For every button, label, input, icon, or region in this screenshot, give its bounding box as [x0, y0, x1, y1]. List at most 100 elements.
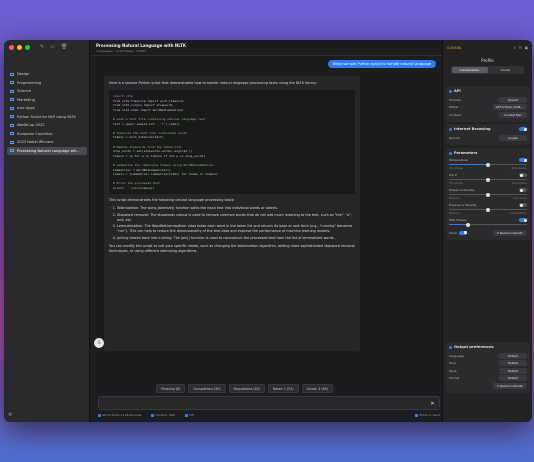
frequency-toggle[interactable]	[519, 203, 527, 207]
presence-slider[interactable]	[449, 192, 527, 197]
sidebar-item[interactable]: WorldCup 2022	[7, 121, 87, 130]
api-dot-icon	[449, 89, 452, 93]
sidebar-item-label: Processing Natural Language wit...	[17, 148, 80, 153]
settings-icon[interactable]: ⚙	[8, 412, 12, 418]
sidebar-item-label: WorldCup 2022	[17, 123, 45, 128]
sidebar-toolbar: ✎ ▭ 🗑	[40, 44, 67, 50]
max-tokens-row: Max Tokens	[449, 218, 527, 222]
service-row: Service Google	[449, 134, 527, 142]
tab-global[interactable]: Global	[488, 67, 524, 73]
explanation-list: Tokenization: The word_tokenize() functi…	[117, 206, 355, 241]
enter-to-send-toggle[interactable]: Enter to Send	[415, 413, 440, 417]
export-icon[interactable]: ⎘	[519, 46, 522, 50]
sliders-icon	[449, 151, 452, 155]
zoom-window-button[interactable]	[25, 45, 30, 50]
sidebar-item[interactable]: Design	[7, 70, 87, 79]
browsing-toggle[interactable]	[519, 127, 527, 131]
prompt-chip[interactable]: Occupations (90)	[188, 384, 226, 393]
explanation-point: Lemmatization: The WordNetLemmatizer cla…	[117, 224, 355, 234]
sidebar-item[interactable]: mac Apps	[7, 104, 87, 113]
output-restore-defaults-button[interactable]: ↺ Restore Defaults	[492, 382, 527, 389]
max-tokens-toggle[interactable]	[519, 218, 527, 222]
temperature-label: Temperature	[449, 158, 469, 162]
new-folder-icon[interactable]: ▭	[50, 44, 55, 50]
app-window: ✎ ▭ 🗑 Design Programming Science Marketing m…	[4, 40, 532, 422]
chat-area: Processing Natural Language with NLTK 2 …	[90, 40, 442, 422]
prompt-chip[interactable]: Zones: 4 (69)	[301, 384, 333, 393]
context-select[interactable]: Context Max	[499, 111, 527, 118]
format-select[interactable]: Default	[499, 375, 527, 382]
prompt-chip[interactable]: Reset: 1 (51)	[267, 384, 299, 393]
frequency-row: Frequency Penalty	[449, 203, 527, 207]
presence-min-label: Balanced	[449, 197, 460, 200]
status-off[interactable]: Off	[185, 413, 194, 417]
sidebar-item[interactable]: Processing Natural Language wit...	[7, 146, 87, 155]
temperature-row: Temperature	[449, 158, 527, 162]
provider-label: Provider	[449, 97, 462, 102]
topp-range: More Precise More Creative	[449, 182, 527, 185]
model-select[interactable]: GPT-4-Turbo-1106-...	[492, 104, 527, 111]
chat-title: Processing Natural Language with NLTK	[96, 43, 186, 48]
chat-header: Processing Natural Language with NLTK 2 …	[90, 40, 442, 56]
sidebar-item[interactable]: Programming	[7, 79, 87, 88]
presence-toggle[interactable]	[519, 188, 527, 192]
provider-select[interactable]: OpenAI	[499, 96, 527, 103]
panel-toolbar: 0.0045$ ⇪ ⎘ ▣	[443, 40, 532, 56]
api-section: API Provider OpenAI Model GPT-4-Turbo-1106…	[446, 86, 530, 122]
sidebar-item[interactable]: Science	[7, 87, 87, 96]
share-icon[interactable]: ⇪	[513, 46, 516, 50]
temperature-toggle[interactable]	[519, 158, 527, 162]
topp-slider[interactable]	[449, 177, 527, 182]
close-window-button[interactable]	[9, 45, 14, 50]
prompt-chips: Phrasing (6) Occupations (90) Regulations …	[156, 384, 333, 393]
style-select[interactable]: Default	[499, 367, 527, 374]
sidebar-item[interactable]: European Countries	[7, 130, 87, 139]
chat-icon	[10, 140, 14, 144]
max-tokens-slider[interactable]	[449, 222, 527, 227]
context-label: Context	[449, 112, 461, 117]
tone-select[interactable]: Default	[499, 360, 527, 367]
send-icon[interactable]: ➤	[430, 400, 435, 407]
tab-conversation[interactable]: Conversation	[451, 66, 488, 73]
service-select[interactable]: Google	[499, 134, 527, 141]
topp-label: Top P	[449, 173, 457, 177]
sidebar-item[interactable]: Python Script for NLP using NLTK	[7, 113, 87, 122]
code-line: print(' '.join(tokens))	[113, 185, 155, 190]
explain-intro: This script demonstrates the following n…	[109, 198, 235, 203]
frequency-slider[interactable]	[449, 207, 527, 212]
browsing-header: Internet Browsing	[449, 127, 527, 131]
max-tokens-label: Max Tokens	[449, 218, 467, 222]
chat-icon	[10, 132, 14, 136]
restore-defaults-label: Restore Defaults	[499, 230, 523, 235]
trash-icon[interactable]: 🗑	[61, 44, 67, 50]
temperature-slider[interactable]	[449, 162, 527, 167]
api-header: API	[449, 89, 527, 93]
params-footer: Show ↺ Restore Defaults	[449, 229, 527, 237]
parameters-section: Parameters Temperature More Precise More …	[446, 148, 530, 240]
message-input-container: ➤	[98, 396, 440, 410]
folder-icon	[10, 98, 14, 102]
sidebar-item[interactable]: Marketing	[7, 96, 87, 105]
show-toggle[interactable]	[459, 230, 468, 235]
prompt-chip[interactable]: Phrasing (6)	[156, 384, 186, 393]
assistant-avatar: G	[94, 338, 104, 348]
context-status[interactable]: Context: Max	[151, 413, 175, 417]
sidebar-toggle-icon[interactable]: ▣	[525, 46, 528, 50]
sidebar-item-label: Science	[17, 89, 31, 94]
prompt-chip[interactable]: Regulations (65)	[228, 384, 265, 393]
restore-defaults-button[interactable]: ↺ Restore Defaults	[492, 229, 527, 236]
explanation-point: Tokenization: The word_tokenize() functi…	[117, 206, 355, 211]
parameters-header: Parameters	[449, 151, 527, 155]
frequency-max-label: Less Repetition	[510, 212, 527, 215]
sidebar-item-label: Python Script for NLP using NLTK	[17, 114, 76, 119]
output-footer: ↺ Restore Defaults	[449, 382, 527, 390]
sidebar-item[interactable]: 2023 Nobel Winners	[7, 138, 87, 147]
topp-toggle[interactable]	[519, 173, 527, 177]
message-input[interactable]	[99, 397, 419, 409]
new-chat-icon[interactable]: ✎	[40, 44, 44, 50]
model-status[interactable]: GPT-4-Turbo-1106-Preview	[98, 413, 141, 417]
service-label: Service	[449, 135, 461, 140]
format-label: Format	[449, 376, 460, 381]
language-select[interactable]: Default	[499, 352, 527, 359]
minimize-window-button[interactable]	[17, 45, 22, 50]
